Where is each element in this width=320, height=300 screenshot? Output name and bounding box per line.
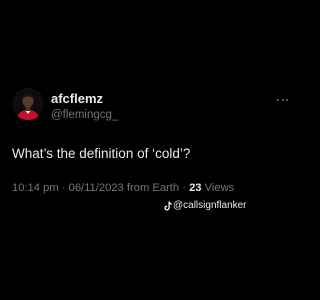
avatar[interactable] xyxy=(12,88,44,120)
tweet-metadata: 10:14 pm · 06/11/2023 from Earth · 23 Vi… xyxy=(12,182,234,195)
avatar-image xyxy=(12,88,44,120)
tiktok-icon xyxy=(164,201,172,211)
display-name[interactable]: afcflemz xyxy=(51,92,103,106)
tweet-time[interactable]: 10:14 pm xyxy=(12,182,59,194)
views-label: Views xyxy=(204,182,235,194)
views-count[interactable]: 23 xyxy=(189,182,201,194)
watermark: @callsignflanker xyxy=(164,200,247,212)
tweet-card: afcflemz @flemingcg_ What’s the definiti… xyxy=(0,0,300,300)
dot xyxy=(281,99,284,102)
more-options-icon[interactable] xyxy=(277,99,289,103)
dot xyxy=(277,99,280,102)
tweet-location: from Earth xyxy=(126,182,180,194)
watermark-text: @callsignflanker xyxy=(173,200,247,211)
dot xyxy=(286,99,289,102)
tweet-date[interactable]: 06/11/2023 xyxy=(69,182,124,194)
separator: · xyxy=(61,182,66,194)
tweet-text: What’s the definition of ‘cold’? xyxy=(12,146,191,161)
user-handle[interactable]: @flemingcg_ xyxy=(51,109,118,122)
separator: · xyxy=(182,182,186,194)
